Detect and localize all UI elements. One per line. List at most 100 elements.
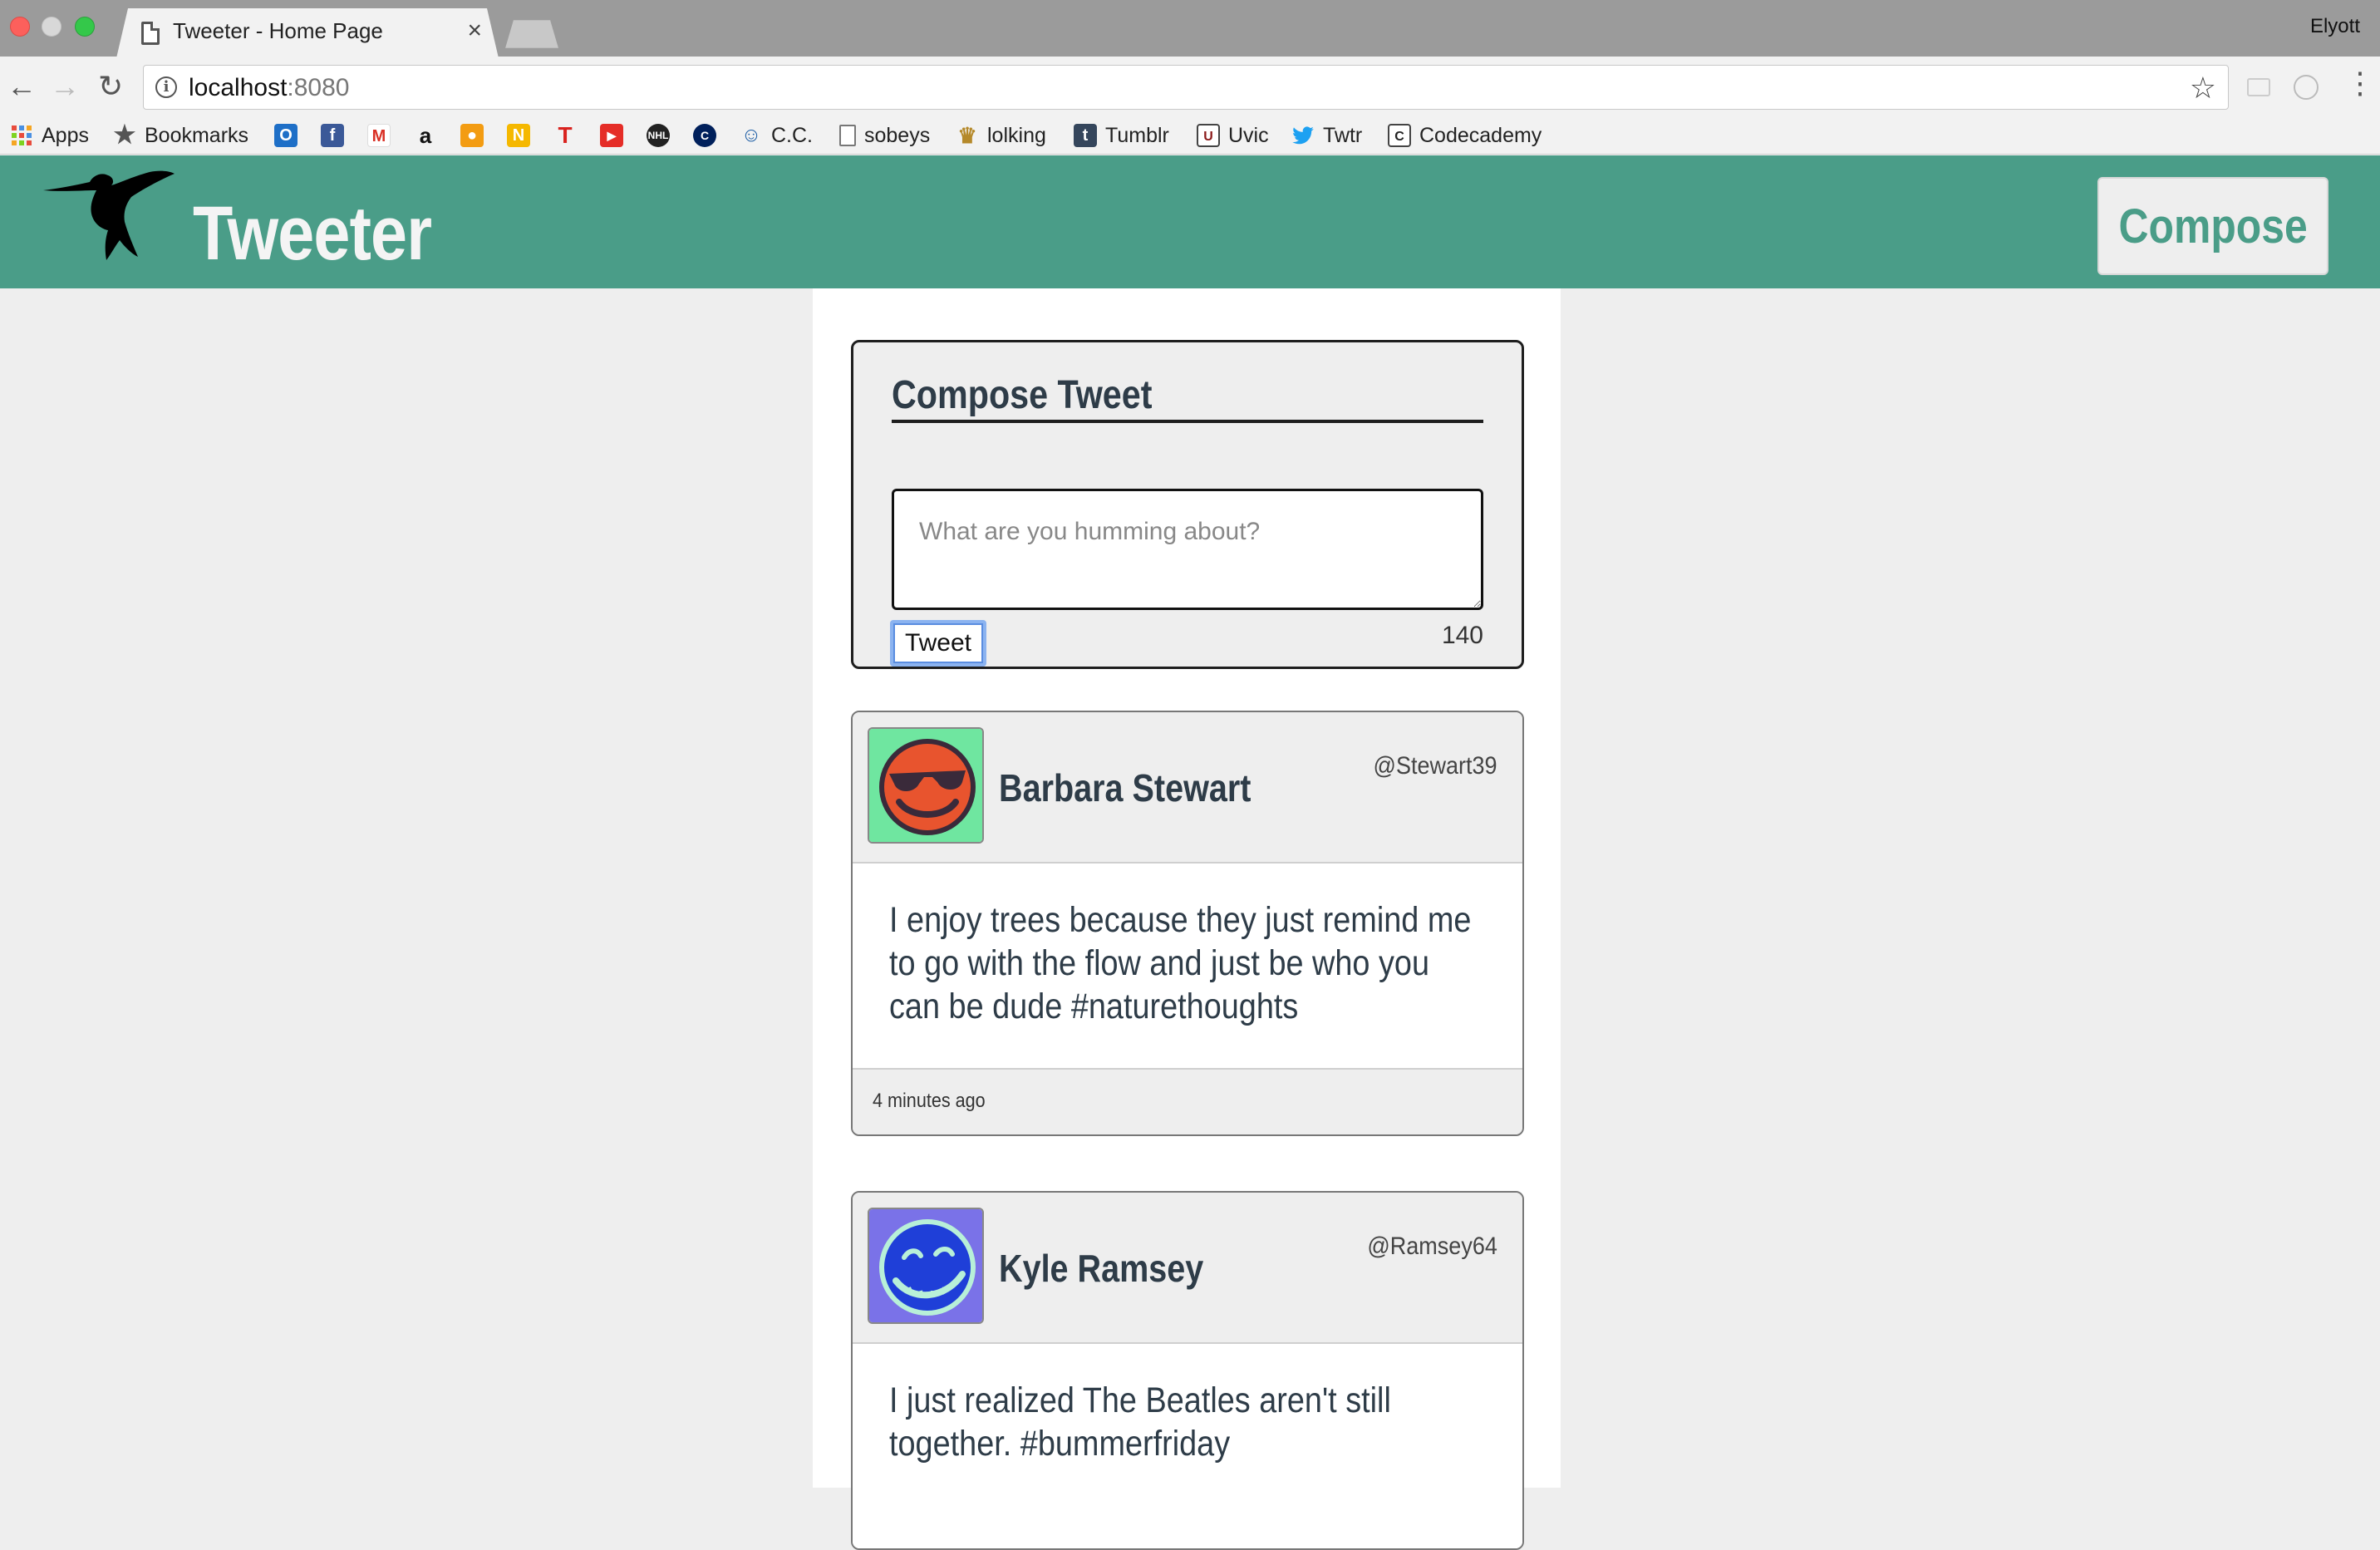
bookmark-label: Codecademy: [1419, 123, 1542, 147]
address-bar[interactable]: i localhost:8080 ☆: [143, 65, 2229, 110]
gmail-icon: M: [367, 124, 391, 147]
bookmark-t-app[interactable]: T: [553, 121, 577, 150]
tweet-card: Kyle Ramsey @Ramsey64 I just realized Th…: [851, 1191, 1524, 1550]
bookmark-label: Uvic: [1228, 123, 1269, 147]
bookmark-label: sobeys: [864, 123, 931, 147]
extension-icon[interactable]: [2294, 75, 2319, 100]
bookmark-lolking[interactable]: ♛ lolking: [956, 121, 1046, 150]
star-icon: ★: [113, 121, 136, 149]
new-tweet-form: Compose Tweet Tweet 140: [851, 340, 1524, 669]
facebook-icon: f: [321, 124, 344, 147]
tweet-text: I enjoy trees because they just remind m…: [889, 900, 1472, 1026]
uvic-icon: U: [1197, 124, 1220, 147]
author-handle-text: @Stewart39: [1374, 752, 1497, 780]
bookmark-n-app[interactable]: N: [507, 121, 530, 150]
new-tab-button[interactable]: [505, 20, 558, 48]
bookmark-gmail[interactable]: M: [367, 121, 391, 150]
bookmark-label: Bookmarks: [145, 123, 249, 147]
crown-icon: ♛: [957, 123, 977, 148]
url-host: localhost: [189, 74, 288, 101]
author-name-text: Kyle Ramsey: [999, 1247, 1204, 1290]
bookmark-orange-app[interactable]: ●: [460, 121, 484, 150]
forward-arrow-icon[interactable]: →: [50, 71, 80, 101]
top-navbar: Tweeter Compose: [0, 155, 2380, 288]
back-arrow-icon[interactable]: ←: [7, 71, 37, 101]
bookmark-label: Tumblr: [1105, 123, 1169, 147]
avatar: [868, 727, 984, 844]
bookmark-tumblr[interactable]: t Tumblr: [1074, 121, 1169, 150]
bookmark-twtr[interactable]: Twtr: [1291, 121, 1362, 150]
t-app-icon: T: [558, 122, 573, 148]
compose-toggle-button[interactable]: Compose: [2097, 177, 2328, 275]
site-info-icon[interactable]: i: [155, 76, 177, 98]
browser-tab[interactable]: Tweeter - Home Page ×: [116, 8, 499, 58]
bookmark-amazon[interactable]: a: [414, 121, 437, 150]
codecademy-icon: C: [1388, 124, 1411, 147]
author-name-text: Barbara Stewart: [999, 766, 1251, 809]
orange-app-icon: ●: [460, 124, 484, 147]
sleepy-smiley-avatar-icon: [869, 1209, 982, 1322]
url-text[interactable]: localhost:8080: [189, 74, 349, 102]
bookmark-label: lolking: [987, 123, 1046, 147]
sunglasses-smiley-avatar-icon: [869, 729, 982, 842]
tumblr-icon: t: [1074, 124, 1097, 147]
twitter-bird-icon: [1291, 124, 1315, 147]
main-container: Compose Tweet Tweet 140 Barbara Stewart …: [813, 288, 1561, 1550]
bookmark-star-icon[interactable]: ☆: [2190, 71, 2216, 106]
amazon-icon: a: [419, 123, 432, 148]
bookmark-sobeys[interactable]: sobeys: [839, 121, 930, 150]
bookmark-apps[interactable]: Apps: [10, 121, 89, 150]
compose-button-label: Compose: [2118, 199, 2308, 253]
tweet-author-name: Kyle Ramsey: [999, 1246, 1237, 1291]
bookmark-canucks[interactable]: C: [693, 121, 716, 150]
page: Tweeter Compose Compose Tweet Tweet 140: [0, 155, 2380, 1550]
tweet-card: Barbara Stewart @Stewart39 I enjoy trees…: [851, 711, 1524, 1136]
window-titlebar: Tweeter - Home Page × Elyott: [0, 0, 2380, 58]
tab-title: Tweeter - Home Page: [173, 18, 383, 43]
nhl-icon: NHL: [647, 124, 670, 147]
page-icon: [839, 125, 856, 146]
browser-menu-icon[interactable]: ⋮: [2345, 68, 2375, 98]
bookmark-codecademy[interactable]: C Codecademy: [1388, 121, 1542, 150]
bookmark-bookmarks[interactable]: ★ Bookmarks: [113, 121, 249, 150]
profile-name[interactable]: Elyott: [2310, 15, 2360, 38]
bookmarks-bar: Apps ★ Bookmarks O f M a ● N T ▶ NHL C ☺…: [0, 116, 2380, 155]
tweet-header: Barbara Stewart @Stewart39: [853, 712, 1522, 864]
tweet-submit-button[interactable]: Tweet: [890, 620, 986, 667]
close-window-button[interactable]: [10, 17, 30, 37]
outlook-icon: O: [274, 124, 298, 147]
char-counter: 140: [1441, 622, 1483, 649]
bookmark-label: Twtr: [1323, 123, 1363, 147]
compose-heading-text: Compose Tweet: [892, 373, 1153, 417]
bookmark-youtube[interactable]: ▶: [600, 121, 623, 150]
tweet-header: Kyle Ramsey @Ramsey64: [853, 1193, 1522, 1344]
tweet-body: I just realized The Beatles aren't still…: [853, 1344, 1522, 1548]
tweet-author-handle: @Ramsey64: [1353, 1233, 1497, 1261]
cc-icon: ☺: [740, 124, 762, 146]
bookmark-label: Apps: [42, 123, 89, 147]
tweet-footer: 4 minutes ago: [853, 1068, 1522, 1134]
youtube-icon: ▶: [600, 124, 623, 147]
apps-grid-icon: [10, 124, 33, 147]
bookmark-outlook[interactable]: O: [274, 121, 298, 150]
canucks-icon: C: [693, 124, 716, 147]
tweet-text-input[interactable]: [892, 489, 1483, 610]
minimize-window-button[interactable]: [42, 17, 61, 37]
browser-toolbar: ← → ↻ i localhost:8080 ☆ ⋮: [0, 57, 2380, 116]
maximize-window-button[interactable]: [75, 17, 95, 37]
tweet-author-handle: @Stewart39: [1360, 752, 1497, 780]
hummingbird-logo-icon: [43, 170, 175, 260]
author-handle-text: @Ramsey64: [1367, 1233, 1497, 1260]
bookmark-uvic[interactable]: U Uvic: [1197, 121, 1269, 150]
url-port: :8080: [287, 74, 350, 101]
bookmark-facebook[interactable]: f: [321, 121, 344, 150]
reload-icon[interactable]: ↻: [98, 71, 123, 101]
avatar: [868, 1208, 984, 1324]
cast-extension-icon[interactable]: [2247, 78, 2270, 96]
close-tab-icon[interactable]: ×: [467, 17, 482, 45]
bookmark-label: C.C.: [771, 123, 813, 147]
bookmark-nhl[interactable]: NHL: [647, 121, 670, 150]
bookmark-cc[interactable]: ☺ C.C.: [740, 121, 813, 150]
compose-heading: Compose Tweet: [892, 372, 1483, 423]
tweet-author-name: Barbara Stewart: [999, 765, 1292, 810]
